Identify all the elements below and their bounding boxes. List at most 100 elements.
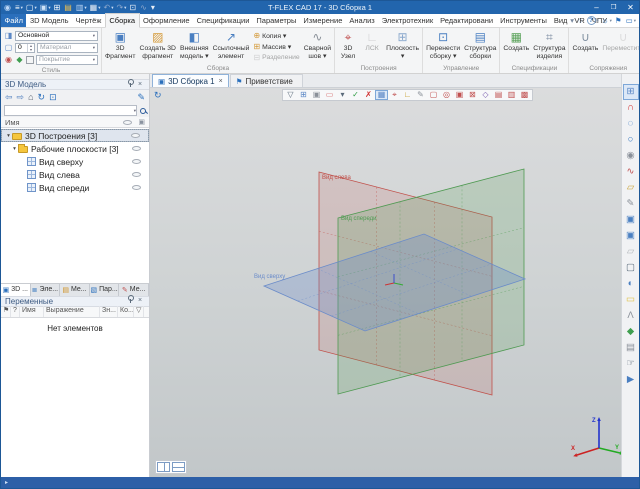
workplane-3d-icon[interactable]: ▥ — [505, 90, 518, 100]
ribbon-tab[interactable]: Файл — [1, 14, 26, 27]
settings-gear-icon[interactable]: ☼ ▾ — [602, 14, 612, 27]
new-3d-document-icon[interactable]: ▣ ▾ — [40, 1, 51, 14]
material-select[interactable]: Материал ▾ — [37, 43, 98, 53]
welcome-window-icon[interactable]: ⊞ — [54, 1, 62, 14]
separation-button[interactable]: ⊟ Разделение — [253, 53, 299, 62]
ribbon-tab[interactable]: Вид — [550, 14, 571, 27]
select-by-type-icon[interactable]: ⊞ — [297, 90, 310, 100]
model-windows-icon[interactable]: ⊡ — [49, 91, 57, 104]
measure-icon[interactable]: ∿ — [140, 1, 148, 14]
close-panel-icon[interactable]: × — [135, 80, 145, 90]
panel-tab-menu[interactable]: ▤ Ме... — [60, 284, 90, 296]
ribbon-tab[interactable]: Редактировани — [437, 14, 497, 27]
grab-view-icon[interactable]: ☞ — [623, 356, 639, 372]
assembly-structure-button[interactable]: ▤ Структура сборки — [462, 29, 498, 64]
copy-button[interactable]: ⊕ Копия ▾ — [253, 31, 299, 40]
open-document-icon[interactable]: ▤ — [64, 1, 73, 14]
sketch-on-plane-icon[interactable]: ✎ — [623, 196, 639, 212]
panel-tab-parameters[interactable]: ▧ Пар... — [90, 284, 120, 296]
close-button[interactable]: ✕ — [622, 1, 639, 14]
split-horizontal-button[interactable] — [172, 462, 185, 472]
ribbon-tab[interactable]: Анализ — [346, 14, 378, 27]
ribbon-tab[interactable]: Сборка — [105, 13, 140, 28]
level-stepper[interactable]: 0 ▴▾ — [15, 43, 35, 53]
search-input[interactable] — [5, 106, 134, 115]
draw-on-workplane-icon[interactable]: ▦ — [375, 90, 388, 100]
workplane-sheet-icon[interactable]: ▤ — [492, 90, 505, 100]
variables-column[interactable]: Имя — [20, 306, 44, 317]
wireframe-icon[interactable]: ▢ — [623, 260, 639, 276]
ribbon-tab[interactable]: Электротехник — [378, 14, 436, 27]
tree-item[interactable]: ▾ Рабочие плоскости [3] — [1, 142, 149, 155]
3d-node-icon[interactable]: ⌖ — [388, 90, 401, 100]
pages-column-icon[interactable]: ▣ — [138, 118, 145, 126]
customize-toolbar-icon[interactable]: ▾ — [151, 1, 156, 14]
transform-icon[interactable]: ▶ — [623, 372, 639, 388]
visibility-icon[interactable] — [132, 185, 141, 190]
variables-column[interactable]: Ко... — [118, 306, 134, 317]
workplane-face-icon[interactable]: ▣ — [453, 90, 466, 100]
create-3d-fragment-button[interactable]: ▨ Создать 3D фрагмент — [138, 29, 178, 64]
select-fragments-icon[interactable]: ▣ — [310, 90, 323, 100]
home-icon[interactable]: ⌂ — [28, 91, 33, 104]
redo-icon[interactable]: ↷ ▾ — [116, 1, 126, 14]
array-button[interactable]: ⊞ Массив ▾ — [253, 42, 299, 51]
split-vertical-button[interactable] — [157, 462, 170, 472]
variables-column[interactable]: ? — [11, 306, 20, 317]
new-document-icon[interactable]: ▢ ▾ — [26, 1, 37, 14]
tree-item[interactable]: ▾ 3D Построения [3] — [1, 129, 149, 142]
save-document-icon[interactable]: ▥ ▾ — [76, 1, 87, 14]
maximize-button[interactable]: ❒ — [605, 1, 622, 14]
workplane-axis-icon[interactable]: ⊠ — [466, 90, 479, 100]
minimize-button[interactable]: – — [588, 1, 605, 14]
3d-node-button[interactable]: ⌖ 3D Узел — [336, 29, 360, 64]
ribbon-tab[interactable]: Чертёж — [72, 14, 105, 27]
tree-item[interactable]: Вид спереди — [1, 181, 149, 194]
selection-rectangle-icon[interactable]: ▭ — [323, 90, 336, 100]
drawing-view-icon[interactable]: ▤ — [623, 340, 639, 356]
visibility-column-icon[interactable] — [123, 120, 132, 125]
zoom-in-out-icon[interactable]: ○ — [623, 132, 639, 148]
forward-icon[interactable]: ⇨ — [17, 91, 25, 104]
variables-column[interactable]: ▽ — [134, 306, 144, 317]
display-icon[interactable]: ▭ ▾ — [626, 14, 636, 27]
panel-tab-3d-model[interactable]: ▣ 3D ... — [1, 284, 31, 296]
lcs-button[interactable]: ∟ ЛСК — [360, 29, 384, 64]
pin-icon[interactable] — [125, 79, 135, 91]
external-model-button[interactable]: ◧ Внешняя модель ▾ — [178, 29, 211, 64]
visibility-icon[interactable] — [132, 172, 141, 177]
search-icon[interactable] — [140, 108, 146, 114]
ribbon-tab[interactable]: Спецификации — [193, 14, 253, 27]
local-cs-icon[interactable]: ∟ — [401, 90, 414, 100]
panel-tab-elements[interactable]: ≣ Эле... — [31, 284, 61, 296]
ribbon-tab[interactable]: Измерение — [300, 14, 346, 27]
workplane-grid-icon[interactable]: ⊞ — [623, 84, 639, 100]
expander-icon[interactable]: ▾ — [11, 146, 18, 152]
ribbon-options-icon[interactable]: ▾ — [570, 14, 575, 27]
regenerate-icon[interactable]: ↻ — [154, 90, 162, 101]
3d-canvas[interactable]: ↻ ▽ ⊞ ▣ ▭ ▾ ✓ ✗ — [150, 88, 621, 477]
color-swatch[interactable] — [26, 56, 34, 64]
undo-icon[interactable]: ↶ ▾ — [104, 1, 114, 14]
zoom-window-icon[interactable]: ◌ — [623, 116, 639, 132]
tree-item[interactable]: Вид сверху — [1, 155, 149, 168]
ribbon-tab[interactable]: Инструменты — [497, 14, 551, 27]
material-color-icon[interactable]: ◆ — [15, 55, 24, 64]
selector-options-icon[interactable]: ▾ — [336, 90, 349, 100]
customize-pen-icon[interactable]: ✎ — [137, 91, 145, 104]
coating-select[interactable]: Покрытие ▾ — [36, 55, 98, 65]
variables-column[interactable]: ⚑ — [1, 306, 11, 317]
doc-tab-welcome[interactable]: ⚑ Приветствие — [230, 74, 303, 87]
sketch-icon[interactable]: ✎ — [414, 90, 427, 100]
variables-column[interactable]: Выражение — [44, 306, 100, 317]
ribbon-tab[interactable]: Оформление — [140, 14, 194, 27]
workplane-button[interactable]: ⊞ Плоскость ▾ — [384, 29, 421, 64]
visibility-icon[interactable] — [132, 159, 141, 164]
doc-tab-assembly[interactable]: ▣ 3D Сборка 1 × — [152, 74, 229, 87]
create-mate-button[interactable]: ∪ Создать — [570, 29, 600, 64]
welcome-flag-icon[interactable]: ⚑ — [615, 14, 623, 27]
cancel-icon[interactable]: ✗ — [362, 90, 375, 100]
stepper-arrows[interactable]: ▴▾ — [27, 44, 34, 52]
clip-plane-icon[interactable]: ▭ — [623, 292, 639, 308]
material-point-icon[interactable]: ◆ — [623, 324, 639, 340]
